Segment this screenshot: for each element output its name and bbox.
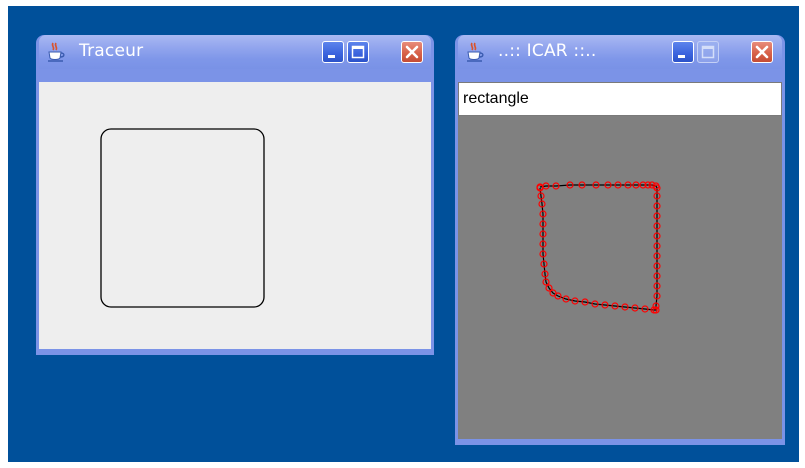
traceur-title-bar[interactable]: Traceur <box>39 35 431 69</box>
maximize-icon <box>701 45 715 59</box>
traceur-canvas[interactable] <box>39 82 431 349</box>
minimize-button[interactable] <box>672 41 694 63</box>
minimize-button[interactable] <box>322 41 344 63</box>
icar-trace-canvas[interactable] <box>458 116 782 442</box>
icar-title-bar[interactable]: ..:: ICAR ::.. <box>458 35 782 69</box>
java-coffee-icon <box>467 42 484 62</box>
close-button[interactable] <box>751 41 773 63</box>
maximize-button[interactable] <box>347 41 369 63</box>
drawing-area[interactable] <box>39 82 431 352</box>
window-title: Traceur <box>79 41 144 61</box>
rounded-rectangle-shape <box>100 128 265 308</box>
java-coffee-icon <box>48 42 65 62</box>
icar-client-area: rectangle <box>458 82 782 439</box>
icar-window[interactable]: ..:: ICAR ::.. rectangle <box>455 35 785 445</box>
traceur-window[interactable]: Traceur <box>36 35 434 355</box>
minimize-icon <box>678 55 685 58</box>
maximize-button-disabled <box>697 41 719 63</box>
recognized-shape-field[interactable]: rectangle <box>458 82 782 116</box>
close-button[interactable] <box>401 41 423 63</box>
minimize-icon <box>328 55 335 58</box>
trace-line <box>539 184 658 311</box>
close-icon <box>405 45 419 59</box>
gesture-trace <box>536 181 661 314</box>
window-title: ..:: ICAR ::.. <box>498 41 597 61</box>
close-icon <box>755 45 769 59</box>
maximize-icon <box>351 45 365 59</box>
